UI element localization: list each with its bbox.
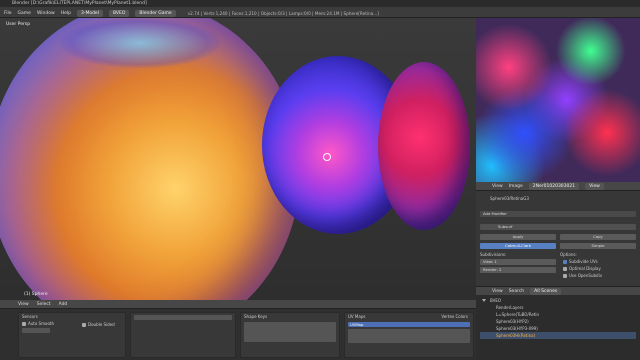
scene-selector[interactable]: BVEO bbox=[108, 9, 130, 17]
catmull-clark-button[interactable]: Catmull-Clark bbox=[480, 243, 556, 249]
viewport-object-label: (1) Sphere bbox=[24, 292, 48, 297]
modifier-name-field[interactable]: Subsurf bbox=[480, 224, 636, 230]
3d-cursor-icon[interactable] bbox=[323, 153, 331, 161]
scene-stats: v2.74 | Verts:1,240 | Faces:1,210 | Obje… bbox=[187, 10, 379, 16]
outliner-panel: View Search All Scenes BVEO RenderLayers… bbox=[476, 286, 640, 360]
render-levels-value: 2 bbox=[498, 267, 502, 272]
shape-keys-column: Shape Keys bbox=[240, 312, 340, 358]
checkbox-icon bbox=[82, 322, 86, 327]
image-editor-header: View Image 2Ner01020303021 View bbox=[476, 182, 640, 190]
view-levels-field[interactable]: View: 1 bbox=[480, 259, 556, 265]
apply-button[interactable]: Apply bbox=[480, 234, 556, 240]
outliner-row[interactable]: Sphere03(HYP2) bbox=[480, 318, 636, 325]
outliner-menu-view[interactable]: View bbox=[492, 289, 503, 294]
menu-window[interactable]: Window bbox=[37, 11, 55, 16]
outliner-header: View Search All Scenes bbox=[476, 287, 640, 295]
image-menu-view[interactable]: View bbox=[492, 184, 503, 189]
menu-help[interactable]: Help bbox=[61, 11, 71, 16]
viewport-mode-label: User Persp bbox=[6, 22, 31, 27]
viewport-header: View Select Add bbox=[0, 300, 476, 308]
uv-map-selected[interactable]: UVMap bbox=[348, 322, 470, 327]
outliner-row[interactable]: L=Sphere(TuBO/Retin bbox=[480, 311, 636, 318]
vertex-colors-title: Vertex Colors bbox=[441, 314, 468, 319]
outliner-row-label: Sphere03(HYP3-099) bbox=[496, 326, 538, 331]
outliner-menu-search[interactable]: Search bbox=[509, 289, 524, 294]
checkbox-icon bbox=[22, 321, 26, 326]
optimal-display-label: Optimal Display bbox=[569, 266, 601, 271]
texture-space-column bbox=[130, 312, 236, 358]
menu-game[interactable]: Game bbox=[18, 11, 31, 16]
mesh-data-panel: Sensors Auto Smooth Double Sided Shape K… bbox=[0, 308, 476, 360]
outliner-filter[interactable]: All Scenes bbox=[530, 287, 562, 295]
copy-button[interactable]: Copy bbox=[560, 234, 636, 240]
viewport-menu-view[interactable]: View bbox=[18, 302, 29, 307]
outliner-row[interactable]: Sphere03(HYP3-099) bbox=[480, 325, 636, 332]
outliner-row-label: Sphere03Hi(Retina) bbox=[496, 333, 536, 338]
layout-selector[interactable]: 3-Model bbox=[76, 9, 103, 17]
menu-bar: File Game Window Help 3-Model BVEO Blend… bbox=[0, 8, 640, 18]
planet-cloud-band bbox=[60, 18, 220, 68]
subdivisions-label: Subdivisions: bbox=[480, 252, 507, 257]
uv-maps-list[interactable] bbox=[348, 329, 470, 343]
double-sided-checkbox[interactable]: Double Sided bbox=[82, 322, 115, 327]
simple-button[interactable]: Simple bbox=[560, 243, 636, 249]
view-levels-label: View: bbox=[483, 259, 494, 264]
angle-field[interactable] bbox=[22, 328, 50, 333]
outliner-row-label: Sphere03(HYP2) bbox=[496, 319, 529, 324]
outliner-row-label: L=Sphere(TuBO/Retin bbox=[496, 312, 540, 317]
outliner-row-selected[interactable]: Sphere03Hi(Retina) bbox=[480, 332, 636, 339]
options-label: Options: bbox=[560, 252, 577, 257]
checkbox-icon bbox=[563, 273, 567, 278]
add-modifier-button[interactable]: Add Modifier bbox=[480, 211, 636, 217]
sensors-title: Sensors bbox=[22, 314, 38, 319]
use-opensubdiv-checkbox[interactable]: Use OpenSubdiv bbox=[563, 273, 602, 278]
image-name-field[interactable]: 2Ner01020303021 bbox=[528, 182, 580, 190]
normals-column: Sensors Auto Smooth Double Sided bbox=[18, 312, 126, 358]
optimal-display-checkbox[interactable]: Optimal Display bbox=[563, 266, 601, 271]
outliner-row[interactable]: RenderLayers bbox=[480, 304, 636, 311]
window-title: Blender [D:\Grafik\ELITEPLANET\MyPlanet\… bbox=[0, 0, 640, 7]
image-menu-image[interactable]: Image bbox=[509, 184, 523, 189]
outliner-row[interactable]: BVEO bbox=[480, 297, 636, 304]
properties-panel: Sphere03/RetinaG3 Add Modifier Subsurf A… bbox=[476, 190, 640, 286]
use-opensubdiv-label: Use OpenSubdiv bbox=[569, 273, 603, 278]
shape-keys-list[interactable] bbox=[244, 322, 336, 342]
view-levels-value: 1 bbox=[494, 259, 497, 264]
expand-icon[interactable] bbox=[482, 299, 486, 302]
outliner-row-label: RenderLayers bbox=[496, 305, 524, 310]
checkbox-icon bbox=[563, 266, 567, 271]
double-sided-label: Double Sided bbox=[88, 322, 115, 327]
texture-space-field[interactable] bbox=[134, 315, 232, 320]
checkbox-icon bbox=[563, 259, 567, 264]
render-levels-label: Render: bbox=[483, 267, 498, 272]
shape-keys-title: Shape Keys bbox=[244, 314, 268, 319]
image-view-selector[interactable]: View bbox=[585, 182, 604, 190]
planet-red[interactable] bbox=[378, 62, 470, 230]
engine-selector[interactable]: Blender Game bbox=[135, 9, 176, 17]
object-name: Sphere03/RetinaG3 bbox=[490, 196, 529, 201]
auto-smooth-label: Auto Smooth bbox=[28, 321, 54, 326]
3d-viewport[interactable]: User Persp (1) Sphere bbox=[0, 18, 476, 300]
outliner-row-label: BVEO bbox=[490, 298, 502, 303]
uv-maps-column: UV Maps UVMap Vertex Colors bbox=[344, 312, 474, 358]
subdivide-uvs-checkbox[interactable]: Subdivide UVs bbox=[563, 259, 598, 264]
viewport-menu-add[interactable]: Add bbox=[59, 302, 68, 307]
render-levels-field[interactable]: Render: 2 bbox=[480, 267, 556, 273]
subdivide-uvs-label: Subdivide UVs bbox=[569, 259, 598, 264]
image-preview[interactable] bbox=[476, 18, 640, 182]
viewport-menu-select[interactable]: Select bbox=[37, 302, 51, 307]
menu-file[interactable]: File bbox=[4, 11, 12, 16]
